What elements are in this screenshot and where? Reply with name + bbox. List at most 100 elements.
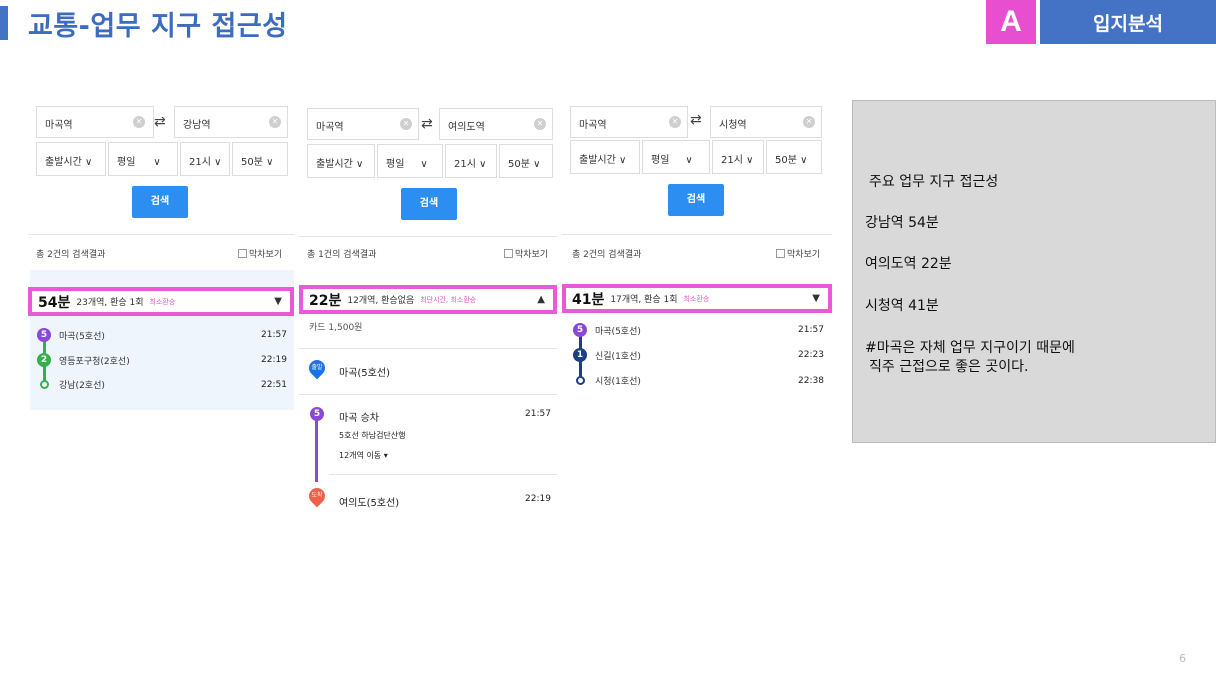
day-value: 평일 — [651, 155, 670, 166]
route-summary[interactable]: 54분 23개역, 환승 1회 최소환승 ▼ — [28, 287, 294, 316]
travel-time: 54분 — [38, 294, 71, 311]
endpoint-dot-icon — [576, 376, 585, 385]
clear-icon[interactable]: ✕ — [400, 118, 412, 130]
board-stops[interactable]: 12개역 이동 ▾ — [339, 450, 388, 461]
chevron-down-icon: ∨ — [685, 155, 693, 166]
route-stop: 5 마곡(5호선) — [37, 328, 105, 342]
day-select[interactable]: 평일 ∨ — [377, 144, 443, 178]
result-count: 총 2건의 검색결과 — [36, 250, 106, 260]
swap-icon[interactable]: ⇄ — [154, 114, 166, 130]
destination-value: 시청역 — [719, 120, 747, 131]
stop-time: 22:23 — [798, 350, 824, 360]
route-line — [315, 414, 318, 482]
section-badge: A — [986, 0, 1036, 44]
divider — [562, 234, 832, 235]
info-line: 여의도역 22분 — [865, 256, 952, 272]
origin-input[interactable]: 마곡역 ✕ — [307, 108, 419, 140]
board-time: 21:57 — [525, 409, 551, 419]
swap-icon[interactable]: ⇄ — [690, 112, 702, 128]
section-label: 입지분석 — [1040, 0, 1216, 44]
line-badge-icon: 5 — [310, 407, 324, 421]
info-note: #마곡은 자체 업무 지구이기 때문에 — [865, 340, 1075, 356]
info-line: 강남역 54분 — [865, 215, 939, 231]
route-panel-yeouido: 마곡역 ✕ ⇄ 여의도역 ✕ 출발시간 ∨ 평일 ∨ 21시 ∨ 50분 ∨ 검색… — [299, 96, 557, 516]
destination-input[interactable]: 강남역 ✕ — [174, 106, 288, 138]
route-tag: 최단시간, 최소환승 — [420, 295, 477, 304]
divider — [329, 474, 557, 475]
line-badge-icon: 5 — [573, 323, 587, 337]
route-summary[interactable]: 41분 17개역, 환승 1회 최소환승 ▼ — [562, 284, 832, 313]
checkbox-label: 막차보기 — [515, 250, 549, 260]
stop-name: 신길(1호선) — [595, 351, 641, 362]
checkbox-box[interactable] — [504, 249, 513, 258]
destination-value: 여의도역 — [448, 122, 485, 133]
collapse-arrow-icon[interactable]: ▲ — [537, 294, 545, 305]
day-select[interactable]: 평일 ∨ — [642, 140, 710, 174]
result-count: 총 1건의 검색결과 — [307, 250, 377, 260]
stop-time: 22:19 — [261, 355, 287, 365]
clear-icon[interactable]: ✕ — [133, 116, 145, 128]
checkbox-label: 막차보기 — [787, 250, 821, 260]
expand-arrow-icon[interactable]: ▼ — [812, 293, 820, 304]
destination-input[interactable]: 시청역 ✕ — [710, 106, 822, 138]
info-line: 시청역 41분 — [865, 298, 939, 314]
route-stop: 시청(1호선) — [573, 374, 641, 387]
board-direction: 5호선 하남검단산행 — [339, 431, 406, 440]
stop-name: 마곡(5호선) — [59, 331, 105, 342]
minute-select[interactable]: 50분 ∨ — [499, 144, 553, 178]
route-tag: 최소환승 — [683, 294, 710, 303]
route-detail: 23개역, 환승 1회 — [76, 298, 144, 308]
day-select[interactable]: 평일 ∨ — [108, 142, 178, 176]
endpoint-dot-icon — [40, 380, 49, 389]
board-name: 마곡 승차 — [339, 413, 379, 424]
day-value: 평일 — [386, 159, 405, 170]
last-train-checkbox[interactable]: 막차보기 — [238, 247, 282, 260]
line-badge-icon: 5 — [37, 328, 51, 342]
origin-input[interactable]: 마곡역 ✕ — [570, 106, 688, 138]
departure-time-select[interactable]: 출발시간 ∨ — [307, 144, 375, 178]
checkbox-label: 막차보기 — [249, 250, 283, 260]
destination-value: 강남역 — [183, 120, 211, 131]
clear-icon[interactable]: ✕ — [669, 116, 681, 128]
clear-icon[interactable]: ✕ — [803, 116, 815, 128]
checkbox-box[interactable] — [238, 249, 247, 258]
departure-time-select[interactable]: 출발시간 ∨ — [36, 142, 106, 176]
stop-name: 영등포구청(2호선) — [59, 356, 130, 367]
route-stop: 5 마곡(5호선) — [573, 323, 641, 337]
origin-value: 마곡역 — [45, 120, 73, 131]
origin-value: 마곡역 — [316, 122, 344, 133]
hour-select[interactable]: 21시 ∨ — [180, 142, 230, 176]
swap-icon[interactable]: ⇄ — [421, 116, 433, 132]
search-button[interactable]: 검색 — [401, 188, 457, 220]
route-detail: 12개역, 환승없음 — [347, 296, 415, 306]
clear-icon[interactable]: ✕ — [269, 116, 281, 128]
departure-name: 마곡(5호선) — [339, 368, 390, 379]
line-badge-icon: 2 — [37, 353, 51, 367]
last-train-checkbox[interactable]: 막차보기 — [504, 247, 548, 260]
arrival-pin-icon: 도착 — [305, 484, 329, 508]
expand-arrow-icon[interactable]: ▼ — [274, 296, 282, 307]
hour-select[interactable]: 21시 ∨ — [712, 140, 764, 174]
divider — [28, 234, 294, 235]
origin-input[interactable]: 마곡역 ✕ — [36, 106, 154, 138]
result-count: 총 2건의 검색결과 — [572, 250, 642, 260]
line-badge-icon: 1 — [573, 348, 587, 362]
route-stop: 강남(2호선) — [37, 378, 105, 391]
arrival-name: 여의도(5호선) — [339, 498, 400, 509]
stop-name: 마곡(5호선) — [595, 326, 641, 337]
route-panel-gangnam: 마곡역 ✕ ⇄ 강남역 ✕ 출발시간 ∨ 평일 ∨ 21시 ∨ 50분 ∨ 검색 … — [28, 96, 294, 416]
last-train-checkbox[interactable]: 막차보기 — [776, 247, 820, 260]
route-detail: 17개역, 환승 1회 — [610, 295, 678, 305]
departure-time-select[interactable]: 출발시간 ∨ — [570, 140, 640, 174]
search-button[interactable]: 검색 — [132, 186, 188, 218]
minute-select[interactable]: 50분 ∨ — [766, 140, 822, 174]
destination-input[interactable]: 여의도역 ✕ — [439, 108, 553, 140]
clear-icon[interactable]: ✕ — [534, 118, 546, 130]
minute-select[interactable]: 50분 ∨ — [232, 142, 288, 176]
hour-select[interactable]: 21시 ∨ — [445, 144, 497, 178]
route-stop: 1 신길(1호선) — [573, 348, 641, 362]
checkbox-box[interactable] — [776, 249, 785, 258]
search-button[interactable]: 검색 — [668, 184, 724, 216]
travel-time: 41분 — [572, 291, 605, 308]
route-summary[interactable]: 22분 12개역, 환승없음 최단시간, 최소환승 ▲ — [299, 285, 557, 314]
